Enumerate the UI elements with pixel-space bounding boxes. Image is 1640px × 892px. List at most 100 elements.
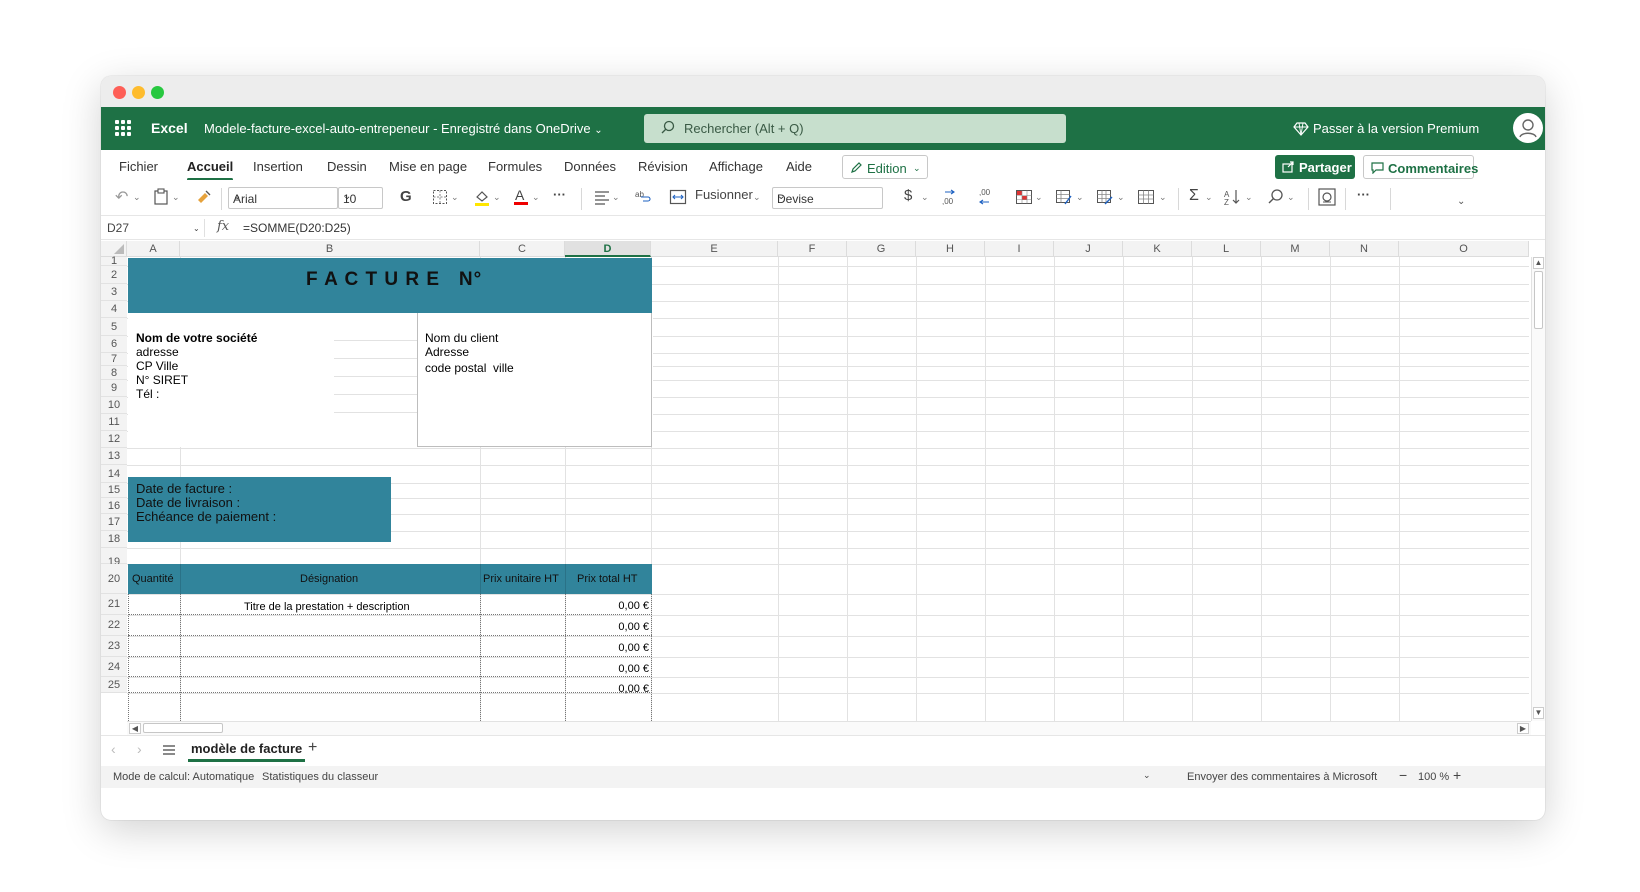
chevron-down-icon[interactable]: ⌄ xyxy=(1035,192,1043,212)
column-header-g[interactable]: G xyxy=(847,241,916,257)
company-name[interactable]: Nom de votre société xyxy=(136,331,257,345)
tab-aide[interactable]: Aide xyxy=(786,159,812,174)
chevron-down-icon[interactable]: ⌄ xyxy=(612,192,620,212)
tab-formules[interactable]: Formules xyxy=(488,159,542,174)
premium-link[interactable]: Passer à la version Premium xyxy=(1313,121,1479,136)
sheet-tab-modele-de-facture[interactable]: modèle de facture xyxy=(187,741,306,762)
chevron-down-icon[interactable]: ⌄ xyxy=(532,192,540,212)
column-header-h[interactable]: H xyxy=(916,241,985,257)
zoom-in-button[interactable]: + xyxy=(1453,767,1461,783)
format-painter-icon[interactable] xyxy=(195,187,213,207)
row-header-25[interactable]: 25 xyxy=(101,677,127,693)
due-date-label[interactable]: Echéance de paiement : xyxy=(136,509,276,524)
header-prix-total[interactable]: Prix total HT xyxy=(577,573,638,585)
row-header-13[interactable]: 13 xyxy=(101,448,127,465)
bold-button[interactable]: G xyxy=(400,188,412,208)
insert-cells-icon[interactable] xyxy=(1137,187,1155,207)
row-header-8[interactable]: 8 xyxy=(101,366,127,380)
horizontal-scrollbar[interactable]: ◀ ▶ xyxy=(127,721,1531,735)
tab-fichier[interactable]: Fichier xyxy=(119,159,158,174)
find-icon[interactable] xyxy=(1267,187,1285,207)
header-quantite[interactable]: Quantité xyxy=(132,573,174,585)
chevron-down-icon[interactable]: ⌄ xyxy=(1117,192,1125,212)
tab-affichage[interactable]: Affichage xyxy=(709,159,763,174)
feedback-link[interactable]: Envoyer des commentaires à Microsoft xyxy=(1187,771,1377,783)
collapse-ribbon-icon[interactable]: ⌄ xyxy=(1457,196,1465,216)
first-designation[interactable]: Titre de la prestation + description xyxy=(244,601,410,613)
scroll-right-icon[interactable]: ▶ xyxy=(1517,723,1529,734)
column-header-o[interactable]: O xyxy=(1399,241,1529,257)
calc-mode[interactable]: Mode de calcul: Automatique xyxy=(113,771,254,783)
app-launcher-icon[interactable] xyxy=(115,120,131,136)
edition-mode-button[interactable]: Edition ⌄ xyxy=(842,155,928,179)
total-cell[interactable]: 0,00 € xyxy=(618,621,649,633)
worksheet-grid[interactable]: ABCDEFGHIJKLMNO 1 2 3 4 5 6 7 8 9 10 11 12 13 14 15 16 1… xyxy=(101,241,1545,721)
fill-color-icon[interactable] xyxy=(473,187,491,207)
total-cell[interactable]: 0,00 € xyxy=(618,683,649,695)
font-size-select[interactable]: 10 ⌄ xyxy=(338,187,383,209)
document-title[interactable]: Modele-facture-excel-auto-entrepeneur - … xyxy=(204,121,603,136)
row-header-9[interactable]: 9 xyxy=(101,380,127,397)
formula-input[interactable]: =SOMME(D20:D25) xyxy=(243,221,351,235)
column-header-m[interactable]: M xyxy=(1261,241,1330,257)
row-header-12[interactable]: 12 xyxy=(101,431,127,448)
more-font-options[interactable]: ··· xyxy=(553,187,566,207)
next-sheet-icon[interactable]: › xyxy=(137,741,142,757)
invoice-title[interactable]: F A C T U R E N° xyxy=(306,269,482,291)
chevron-down-icon[interactable]: ⌄ xyxy=(753,192,761,212)
chevron-down-icon[interactable]: ⌄ xyxy=(172,192,180,212)
row-header-4[interactable]: 4 xyxy=(101,301,127,318)
minimize-window-button[interactable] xyxy=(132,86,145,99)
function-icon[interactable]: fx xyxy=(217,219,229,234)
previous-sheet-icon[interactable]: ‹ xyxy=(111,741,116,757)
column-header-n[interactable]: N xyxy=(1330,241,1399,257)
tab-revision[interactable]: Révision xyxy=(638,159,688,174)
column-header-k[interactable]: K xyxy=(1123,241,1192,257)
more-options-button[interactable]: ··· xyxy=(1357,187,1370,207)
column-header-c[interactable]: C xyxy=(480,241,565,257)
company-phone[interactable]: Tél : xyxy=(136,387,159,401)
column-header-l[interactable]: L xyxy=(1192,241,1261,257)
invoice-date-label[interactable]: Date de facture : xyxy=(136,481,232,496)
header-prix-unitaire[interactable]: Prix unitaire HT xyxy=(483,573,559,585)
cell-styles-icon[interactable] xyxy=(1096,187,1114,207)
conditional-format-icon[interactable] xyxy=(1015,187,1033,207)
client-address[interactable]: Adresse xyxy=(425,345,469,359)
chevron-down-icon[interactable]: ⌄ xyxy=(451,192,459,212)
chevron-down-icon[interactable]: ⌄ xyxy=(1205,192,1213,212)
undo-icon[interactable]: ↶ xyxy=(115,187,128,207)
column-header-d[interactable]: D xyxy=(565,241,651,257)
column-header-i[interactable]: I xyxy=(985,241,1054,257)
row-header-14[interactable]: 14 xyxy=(101,465,127,483)
currency-icon[interactable]: $ xyxy=(904,187,912,207)
company-city[interactable]: CP Ville xyxy=(136,359,178,373)
chevron-down-icon[interactable]: ⌄ xyxy=(493,192,501,212)
app-name[interactable]: Excel xyxy=(151,120,188,136)
decrease-decimal-icon[interactable]: ,00 xyxy=(975,187,995,207)
horizontal-scroll-thumb[interactable] xyxy=(143,723,223,733)
tab-donnees[interactable]: Données xyxy=(564,159,616,174)
merge-icon[interactable] xyxy=(669,187,687,207)
chevron-down-icon[interactable]: ⌄ xyxy=(133,192,141,212)
all-sheets-icon[interactable] xyxy=(163,745,175,755)
row-header-7[interactable]: 7 xyxy=(101,353,127,366)
company-siret[interactable]: N° SIRET xyxy=(136,373,188,387)
total-cell[interactable]: 0,00 € xyxy=(618,663,649,675)
vertical-scroll-thumb[interactable] xyxy=(1534,271,1543,329)
tab-dessin[interactable]: Dessin xyxy=(327,159,367,174)
total-cell[interactable]: 0,00 € xyxy=(618,600,649,612)
wrap-text-icon[interactable]: ab xyxy=(634,187,652,207)
row-header-22[interactable]: 22 xyxy=(101,615,127,636)
column-header-f[interactable]: F xyxy=(778,241,847,257)
font-color-icon[interactable]: A xyxy=(512,187,530,207)
column-header-a[interactable]: A xyxy=(127,241,180,257)
row-header-10[interactable]: 10 xyxy=(101,397,127,414)
tab-mise-en-page[interactable]: Mise en page xyxy=(389,159,467,174)
chevron-down-icon[interactable]: ⌄ xyxy=(1159,192,1167,212)
font-family-select[interactable]: Arial ⌄ xyxy=(228,187,338,209)
number-format-select[interactable]: Devise ⌄ xyxy=(772,187,883,209)
chevron-down-icon[interactable]: ⌄ xyxy=(1245,192,1253,212)
row-header-24[interactable]: 24 xyxy=(101,657,127,677)
name-box[interactable]: D27 ⌄ xyxy=(101,219,205,237)
zoom-out-button[interactable]: − xyxy=(1399,767,1407,783)
